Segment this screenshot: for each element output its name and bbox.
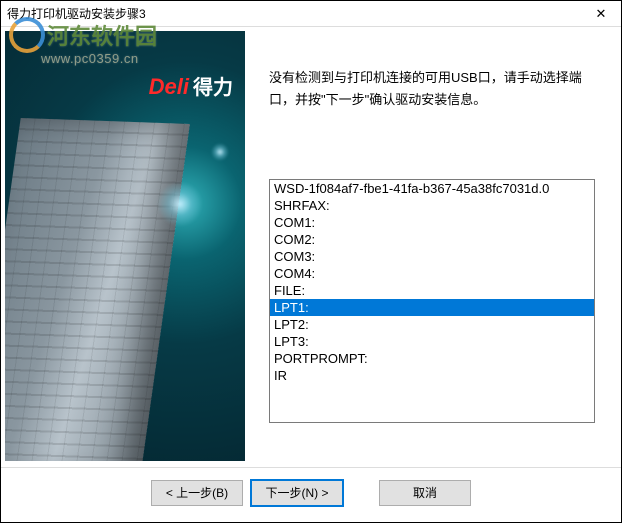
button-bar: < 上一步(B) 下一步(N) > 取消 xyxy=(1,467,621,517)
port-item[interactable]: COM3: xyxy=(270,248,594,265)
main-panel: 没有检测到与打印机连接的可用USB口，请手动选择端口，并按"下一步"确认驱动安装… xyxy=(245,31,617,467)
sidebar-brand-image: Deli得力 xyxy=(5,31,245,461)
close-button[interactable]: ✕ xyxy=(581,1,621,27)
port-item[interactable]: SHRFAX: xyxy=(270,197,594,214)
window-title: 得力打印机驱动安装步骤3 xyxy=(7,5,146,22)
instruction-text: 没有检测到与打印机连接的可用USB口，请手动选择端口，并按"下一步"确认驱动安装… xyxy=(269,67,595,111)
port-item[interactable]: LPT1: xyxy=(270,299,594,316)
close-icon: ✕ xyxy=(596,6,607,22)
port-listbox[interactable]: WSD-1f084af7-fbe1-41fa-b367-45a38fc7031d… xyxy=(269,179,595,423)
port-item[interactable]: WSD-1f084af7-fbe1-41fa-b367-45a38fc7031d… xyxy=(270,180,594,197)
back-button[interactable]: < 上一步(B) xyxy=(151,480,243,506)
building-graphic xyxy=(5,118,190,461)
titlebar: 得力打印机驱动安装步骤3 ✕ xyxy=(1,1,621,27)
next-button[interactable]: 下一步(N) > xyxy=(251,480,343,506)
port-item[interactable]: IR xyxy=(270,367,594,384)
port-item[interactable]: LPT3: xyxy=(270,333,594,350)
content-area: Deli得力 没有检测到与打印机连接的可用USB口，请手动选择端口，并按"下一步… xyxy=(1,27,621,467)
lens-flare-small-icon xyxy=(211,143,229,161)
port-item[interactable]: PORTPROMPT: xyxy=(270,350,594,367)
port-item[interactable]: LPT2: xyxy=(270,316,594,333)
port-item[interactable]: COM1: xyxy=(270,214,594,231)
port-item[interactable]: FILE: xyxy=(270,282,594,299)
lens-flare-icon xyxy=(157,181,203,227)
brand-logo: Deli得力 xyxy=(149,71,233,100)
brand-cn: 得力 xyxy=(193,77,233,99)
brand-en: Deli xyxy=(149,74,189,99)
port-item[interactable]: COM2: xyxy=(270,231,594,248)
port-item[interactable]: COM4: xyxy=(270,265,594,282)
cancel-button[interactable]: 取消 xyxy=(379,480,471,506)
